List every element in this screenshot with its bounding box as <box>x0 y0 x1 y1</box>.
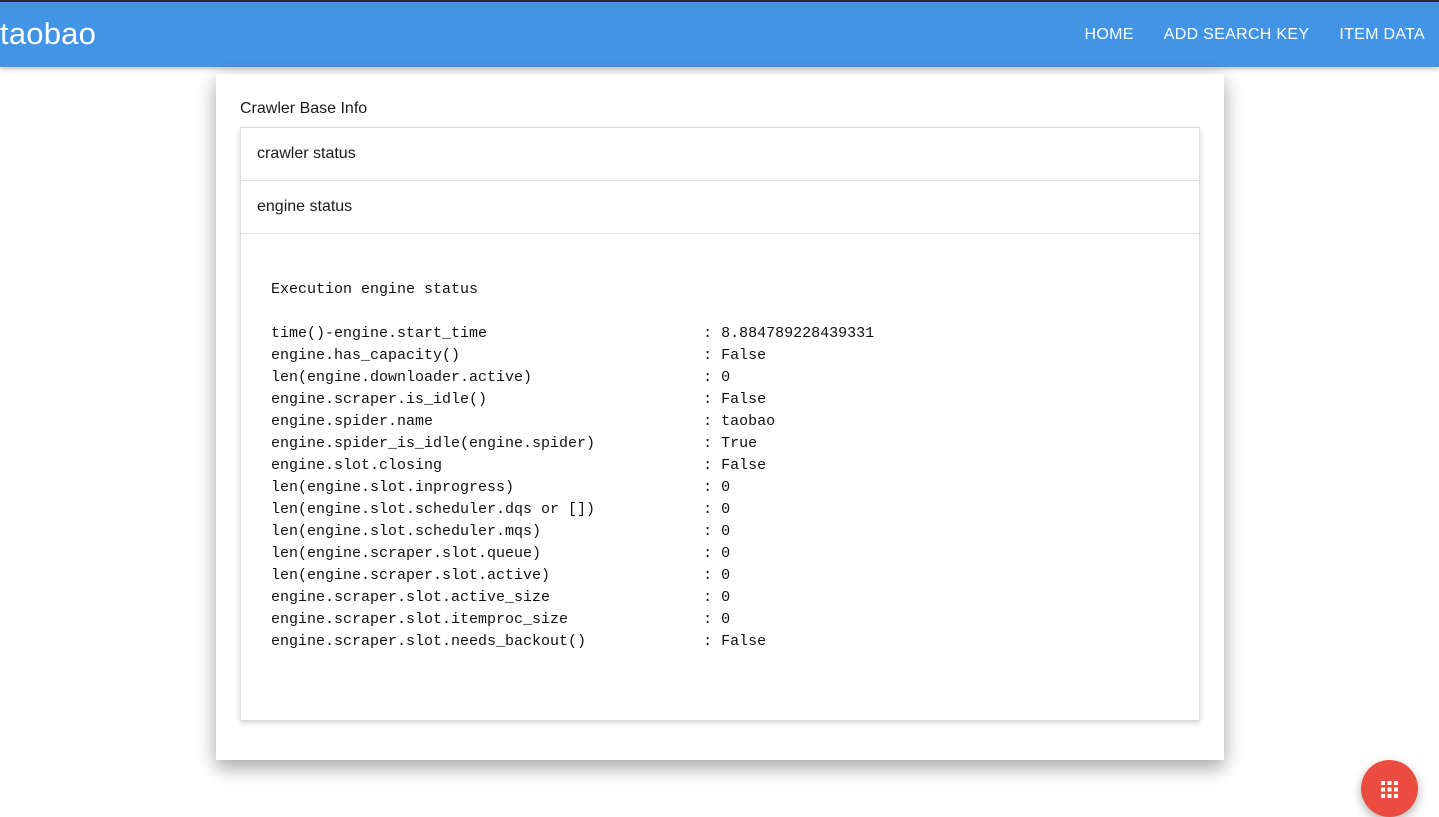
floating-action-button[interactable] <box>1361 760 1418 817</box>
brand-logo[interactable]: taobao <box>0 14 96 54</box>
engine-status-output: Execution engine status time()-engine.st… <box>271 281 875 650</box>
apps-grid-icon <box>1381 781 1398 798</box>
crawler-status-header[interactable]: crawler status <box>241 128 1199 181</box>
status-collapsible: crawler status engine status Execution e… <box>240 127 1200 721</box>
top-navbar: taobao HOME ADD SEARCH KEY ITEM DATA <box>0 0 1439 67</box>
card-title: Crawler Base Info <box>240 100 368 117</box>
crawler-info-card: Crawler Base Info crawler status engine … <box>216 74 1224 760</box>
engine-status-header[interactable]: engine status <box>241 181 1199 234</box>
nav-item-data-link[interactable]: ITEM DATA <box>1339 24 1425 46</box>
nav-home-link[interactable]: HOME <box>1085 24 1134 46</box>
nav-add-search-key-link[interactable]: ADD SEARCH KEY <box>1164 24 1310 46</box>
nav-links: HOME ADD SEARCH KEY ITEM DATA <box>1085 24 1425 46</box>
